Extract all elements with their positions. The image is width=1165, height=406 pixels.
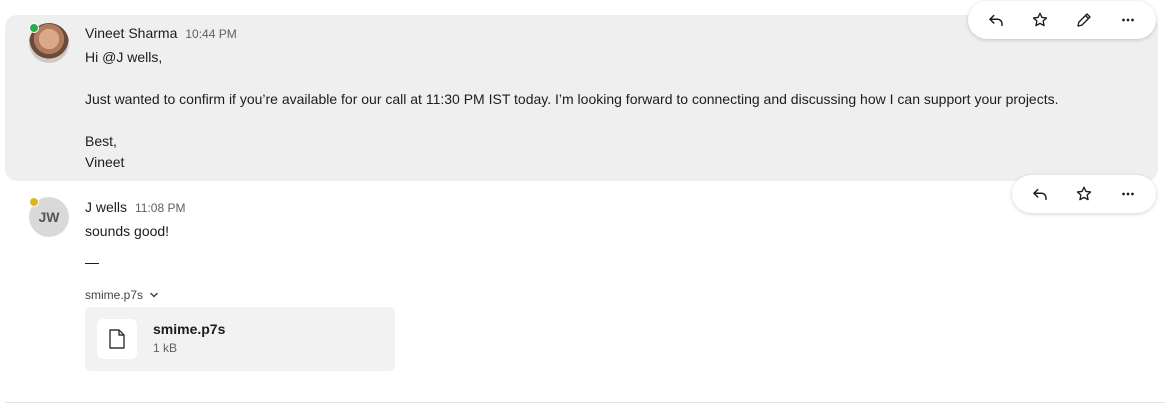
message-line [85, 68, 1059, 89]
message-header: Vineet Sharma 10:44 PM [85, 25, 237, 41]
reply-icon [989, 14, 1003, 26]
presence-away-indicator [29, 197, 39, 207]
attachment-toggle[interactable]: smime.p7s [85, 288, 159, 302]
message-line: Hi @J wells, [85, 49, 163, 65]
message-vineet[interactable]: Vineet Sharma 10:44 PM Hi @J wells, Just… [5, 15, 1158, 181]
more-button[interactable] [1106, 1, 1150, 39]
star-button[interactable] [1018, 1, 1062, 39]
more-icon [1122, 18, 1134, 22]
edit-icon [1077, 13, 1091, 27]
presence-online-indicator [29, 23, 39, 33]
message-actions-toolbar [968, 1, 1156, 39]
chevron-down-icon [150, 292, 158, 298]
sender-name[interactable]: Vineet Sharma [85, 25, 177, 41]
file-icon [97, 319, 137, 359]
divider [5, 402, 1165, 403]
attachment-size: 1 kB [153, 341, 178, 355]
message-line: sounds good! [85, 223, 170, 239]
message-line: Best, [85, 133, 117, 149]
more-icon [1122, 192, 1134, 196]
star-button[interactable] [1062, 175, 1106, 213]
star-icon [1076, 186, 1092, 201]
sender-name[interactable]: J wells [85, 199, 127, 215]
reply-button[interactable] [1018, 175, 1062, 213]
attachment-toggle-label: smime.p7s [85, 288, 144, 302]
reply-icon [1033, 188, 1047, 200]
signature-separator [85, 263, 99, 264]
message-line: Just wanted to confirm if you’re availab… [85, 91, 1059, 107]
message-header: J wells 11:08 PM [85, 199, 186, 215]
attachment-name[interactable]: smime.p7s [153, 321, 225, 337]
message-body: sounds good! [85, 221, 169, 242]
message-line [85, 110, 1059, 131]
message-actions-toolbar [1012, 175, 1156, 213]
more-button[interactable] [1106, 175, 1150, 213]
message-line: Vineet [85, 154, 125, 170]
timestamp[interactable]: 10:44 PM [185, 27, 236, 41]
star-icon [1032, 12, 1048, 27]
message-j-wells[interactable]: JW J wells 11:08 PM sounds good! smime.p… [5, 181, 1158, 381]
message-body: Hi @J wells, Just wanted to confirm if y… [85, 47, 1059, 173]
reply-button[interactable] [974, 1, 1018, 39]
edit-button[interactable] [1062, 1, 1106, 39]
timestamp[interactable]: 11:08 PM [135, 201, 185, 215]
attachment-card[interactable]: smime.p7s 1 kB [85, 307, 395, 371]
